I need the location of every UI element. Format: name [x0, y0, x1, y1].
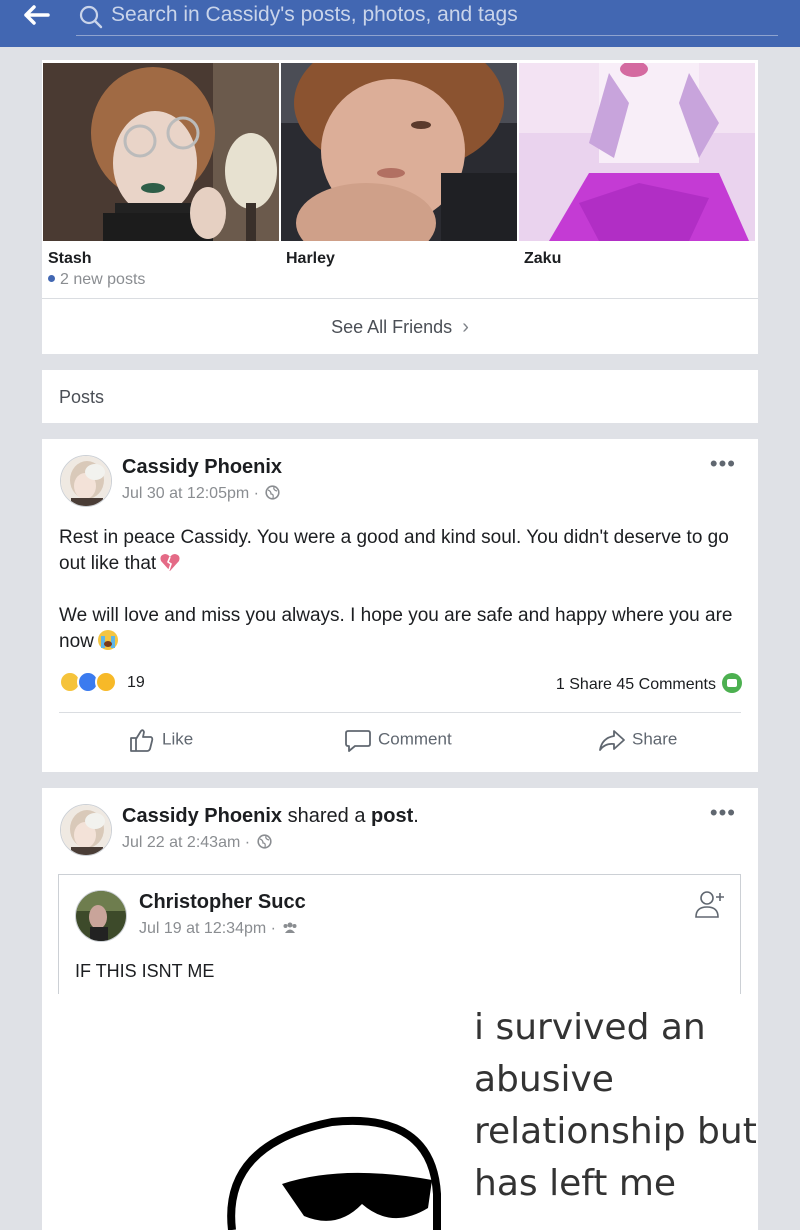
friend-name: Stash [48, 250, 92, 267]
avatar[interactable] [75, 890, 127, 942]
crying-face-icon [97, 629, 119, 651]
search-placeholder: Search in Cassidy's posts, photos, and t… [111, 3, 518, 26]
posts-section-label: Posts [59, 387, 105, 407]
friend-tile-zaku[interactable]: Zaku [519, 63, 755, 293]
share-button[interactable]: Share [598, 726, 677, 760]
meme-image[interactable]: i survived an abusive relationship but i ha… [42, 994, 758, 1230]
post-card: Cassidy Phoenix Jul 30 at 12:05pm · ••• … [42, 439, 758, 772]
friends-audience-icon [282, 920, 298, 935]
broken-heart-icon [159, 551, 181, 573]
search-input[interactable]: Search in Cassidy's posts, photos, and t… [76, 0, 778, 36]
globe-icon [256, 834, 272, 849]
friend-photo [281, 63, 517, 241]
more-options-icon[interactable]: ••• [710, 800, 736, 826]
comment-badge-icon [722, 673, 742, 693]
posts-section-header: Posts [42, 370, 758, 423]
friend-tile-stash[interactable]: Stash 2 new posts [43, 63, 279, 293]
post-text-paragraph-1: Rest in peace Cassidy. You were a good a… [59, 527, 729, 574]
original-post-author[interactable]: Christopher Succ [139, 891, 306, 914]
post-timestamp[interactable]: Jul 30 at 12:05pm · [122, 485, 281, 503]
post-author-line: Cassidy Phoenix shared a post. [122, 805, 419, 827]
globe-icon [265, 485, 281, 500]
comment-icon [345, 730, 371, 752]
friend-tile-harley[interactable]: Harley [281, 63, 517, 293]
original-post-timestamp[interactable]: Jul 19 at 12:34pm · [139, 920, 298, 938]
see-all-friends-link[interactable]: See All Friends › [42, 298, 758, 354]
back-arrow-icon[interactable] [18, 2, 58, 32]
chevron-right-icon: › [462, 316, 469, 338]
divider [59, 712, 741, 713]
share-count[interactable]: 1 Share [556, 676, 612, 693]
share-icon [599, 730, 625, 751]
original-post-text: IF THIS ISNT ME [75, 961, 215, 981]
top-bar: Search in Cassidy's posts, photos, and t… [0, 0, 800, 47]
new-posts-dot [48, 275, 55, 282]
post-timestamp[interactable]: Jul 22 at 2:43am · [122, 834, 272, 852]
friend-name: Zaku [524, 250, 562, 267]
shares-comments-summary[interactable]: 1 Share 45 Comments [556, 673, 742, 694]
meme-caption: i survived an abusive relationship but i ha… [474, 1007, 758, 1204]
thumbs-up-icon [130, 729, 154, 752]
add-friend-icon[interactable] [694, 887, 728, 926]
shared-post-link[interactable]: post [371, 805, 413, 827]
post-author[interactable]: Cassidy Phoenix [122, 805, 282, 827]
like-button[interactable]: Like [128, 726, 193, 760]
comment-count[interactable]: 45 Comments [616, 676, 716, 693]
original-post[interactable]: Christopher Succ Jul 19 at 12:34pm · IF … [58, 874, 741, 994]
friend-new-posts: 2 new posts [48, 271, 145, 289]
reaction-count: 19 [127, 674, 145, 691]
friend-name: Harley [286, 250, 335, 267]
post-text-paragraph-2: We will love and miss you always. I hope… [59, 605, 733, 652]
haha-reaction-icon [95, 671, 117, 693]
post-author[interactable]: Cassidy Phoenix [122, 456, 282, 479]
avatar[interactable] [60, 804, 112, 856]
shared-post-card: Cassidy Phoenix shared a post. Jul 22 at… [42, 788, 758, 1230]
friend-photo [519, 63, 755, 241]
avatar[interactable] [60, 455, 112, 507]
more-options-icon[interactable]: ••• [710, 451, 736, 477]
search-icon [78, 4, 104, 30]
friend-photo [43, 63, 279, 241]
friends-card: Stash 2 new posts Harley Zaku See All Fr… [42, 60, 758, 354]
comment-button[interactable]: Comment [344, 726, 452, 760]
